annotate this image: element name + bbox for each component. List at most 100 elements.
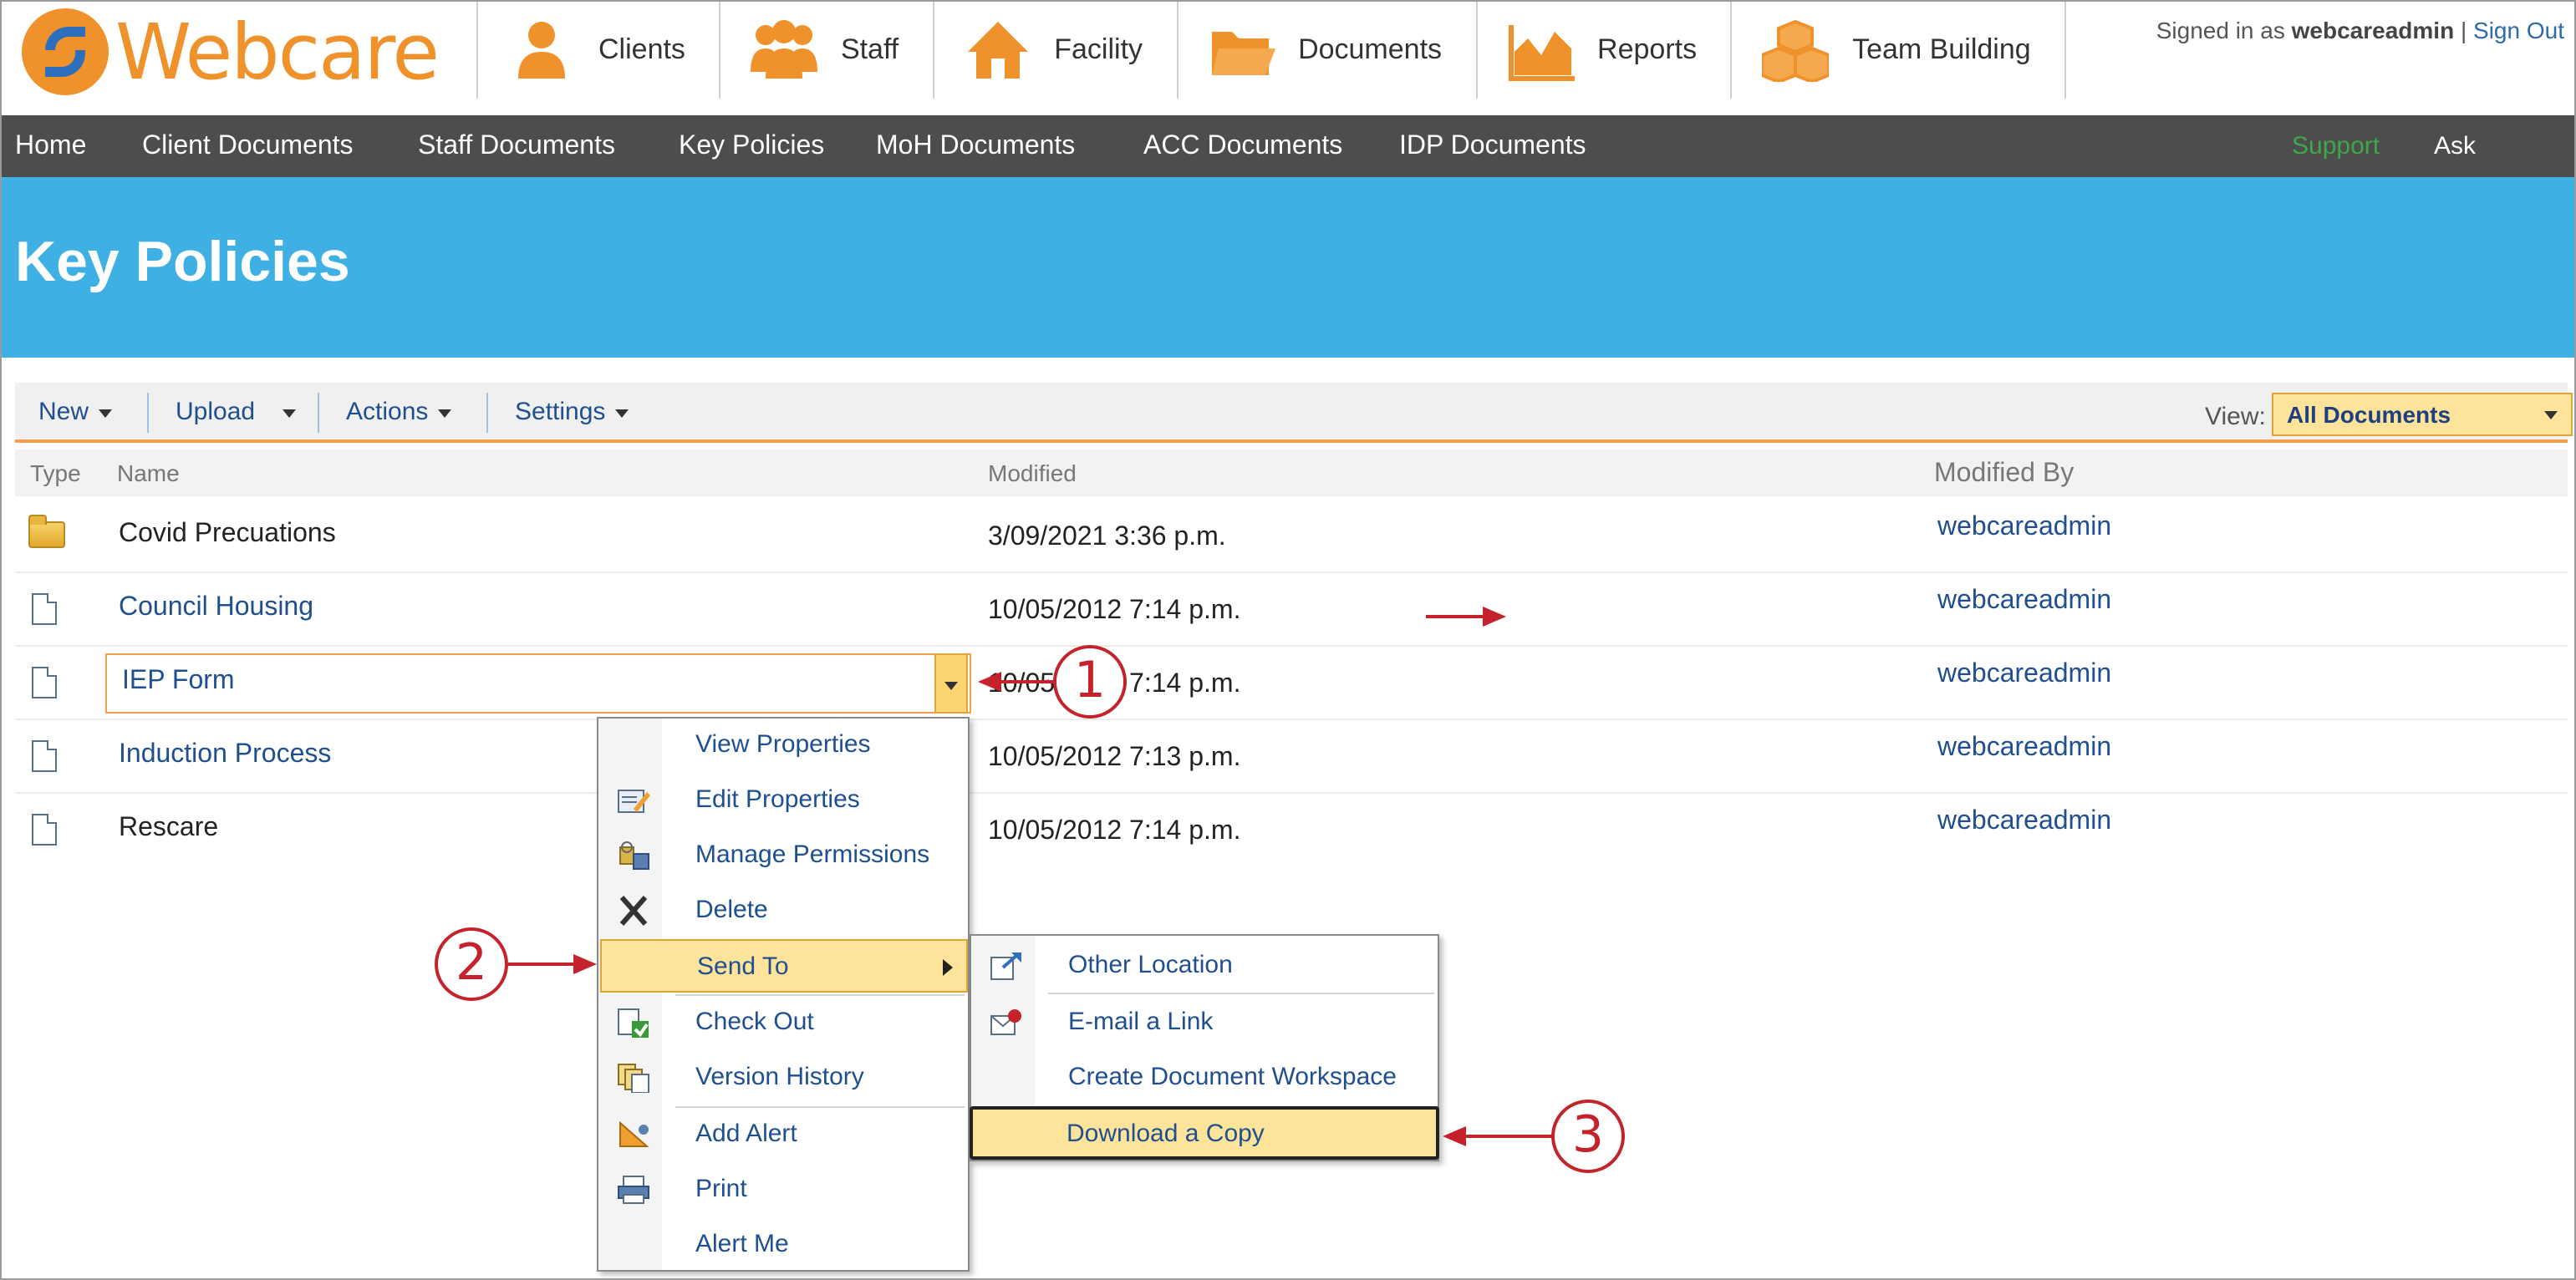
menu-item-label: Version History xyxy=(695,1063,864,1091)
table-row[interactable]: Rescare 10/05/2012 7:14 p.m. webcareadmi… xyxy=(15,794,2568,867)
row-modified: 10/05/2012 7:13 p.m. xyxy=(988,744,1241,772)
menu-separator xyxy=(1048,993,1434,994)
app-window: Webcare Clients Staff Facility Documents xyxy=(0,0,2576,1280)
callout-2: 2 xyxy=(435,927,508,1001)
menu-item-view-properties[interactable]: View Properties xyxy=(598,719,968,772)
nav-team-building[interactable]: Team Building xyxy=(1730,2,2066,99)
row-name-link[interactable]: IEP Form xyxy=(122,667,235,697)
signed-in-status: Signed in as webcareadmin | Sign Out xyxy=(2156,17,2564,43)
submenu-item-label: Other Location xyxy=(1068,951,1233,979)
menu-item-manage-permissions[interactable]: Manage Permissions xyxy=(598,829,968,882)
menu-item-send-to[interactable]: Send To xyxy=(600,939,968,993)
page-title: Key Policies xyxy=(15,231,350,294)
subnav-staff-documents[interactable]: Staff Documents xyxy=(418,115,615,177)
selected-name-box[interactable] xyxy=(105,653,971,714)
item-context-menu: View Properties Edit Properties Manage P… xyxy=(597,717,970,1272)
group-icon xyxy=(750,20,817,79)
submenu-item-email-link[interactable]: E-mail a Link xyxy=(971,996,1438,1049)
send-location-icon xyxy=(990,952,1021,980)
nav-clients[interactable]: Clients xyxy=(476,2,719,99)
arrow-shaft xyxy=(998,680,1055,683)
upload-button[interactable]: Upload xyxy=(176,398,296,426)
boxes-icon xyxy=(1762,19,1830,82)
row-modified: 3/09/2021 3:36 p.m. xyxy=(988,523,1226,551)
menu-item-add-alert[interactable]: Add Alert xyxy=(598,1108,968,1161)
permissions-icon xyxy=(619,841,649,870)
column-header-type[interactable]: Type xyxy=(30,460,81,486)
menu-item-label: Check Out xyxy=(695,1008,814,1036)
chevron-down-icon xyxy=(2544,411,2558,419)
menu-item-label: Send To xyxy=(697,952,789,981)
table-row-selected[interactable]: IEP Form 10/05/2012 7:14 p.m. webcareadm… xyxy=(15,647,2568,720)
subnav-home[interactable]: Home xyxy=(15,115,86,177)
document-icon xyxy=(32,740,57,772)
document-icon xyxy=(32,593,57,625)
document-icon xyxy=(32,814,57,846)
row-name-link[interactable]: Induction Process xyxy=(119,740,331,770)
delete-icon xyxy=(619,896,648,926)
row-name-link[interactable]: Covid Precuations xyxy=(119,520,336,550)
arrow-shaft xyxy=(1463,1135,1553,1138)
menu-item-label: Print xyxy=(695,1175,747,1203)
arrow-shaft xyxy=(508,963,582,966)
submenu-item-create-document-workspace[interactable]: Create Document Workspace xyxy=(971,1051,1438,1105)
item-menu-dropdown-button[interactable] xyxy=(934,653,968,714)
nav-reports[interactable]: Reports xyxy=(1475,2,1730,99)
webcare-logo[interactable]: Webcare xyxy=(22,7,440,97)
menu-item-edit-properties[interactable]: Edit Properties xyxy=(598,774,968,827)
actions-button[interactable]: Actions xyxy=(346,398,452,426)
submenu-item-download-a-copy[interactable]: Download a Copy xyxy=(970,1106,1439,1160)
nav-staff[interactable]: Staff xyxy=(718,2,932,99)
row-name-link[interactable]: Council Housing xyxy=(119,593,313,623)
nav-documents-label: Documents xyxy=(1298,33,1443,65)
version-history-icon xyxy=(618,1064,649,1093)
nav-facility[interactable]: Facility xyxy=(932,2,1176,99)
subnav-key-policies[interactable]: Key Policies xyxy=(679,115,824,177)
edit-properties-icon xyxy=(618,790,650,813)
table-row[interactable]: Council Housing 10/05/2012 7:14 p.m. web… xyxy=(15,573,2568,647)
subnav-moh-documents[interactable]: MoH Documents xyxy=(876,115,1075,177)
logo-mark-icon xyxy=(22,8,109,95)
table-row[interactable]: Covid Precuations 3/09/2021 3:36 p.m. we… xyxy=(15,500,2568,573)
logo-text: Webcare xyxy=(115,7,440,97)
menu-item-print[interactable]: Print xyxy=(598,1163,968,1217)
subnav-idp-documents[interactable]: IDP Documents xyxy=(1399,115,1586,177)
row-name-link[interactable]: Rescare xyxy=(119,814,218,844)
upload-label: Upload xyxy=(176,398,256,426)
column-header-modified[interactable]: Modified xyxy=(988,460,1077,486)
menu-item-check-out[interactable]: Check Out xyxy=(598,996,968,1049)
menu-item-version-history[interactable]: Version History xyxy=(598,1051,968,1105)
table-row[interactable]: Induction Process 10/05/2012 7:13 p.m. w… xyxy=(15,720,2568,794)
column-header-name[interactable]: Name xyxy=(117,460,180,486)
row-modified-by-link[interactable]: webcareadmin xyxy=(1937,734,2111,764)
nav-documents[interactable]: Documents xyxy=(1176,2,1475,99)
row-modified-by-link[interactable]: webcareadmin xyxy=(1937,587,2111,617)
new-label: New xyxy=(38,398,89,426)
submenu-item-other-location[interactable]: Other Location xyxy=(971,939,1438,993)
menu-item-alert-me[interactable]: Alert Me xyxy=(598,1218,968,1272)
new-button[interactable]: New xyxy=(38,398,113,426)
chevron-down-icon xyxy=(615,409,629,418)
chevron-down-icon xyxy=(944,682,958,690)
submenu-item-label: Create Document Workspace xyxy=(1068,1063,1397,1091)
column-header-modified-by[interactable]: Modified By xyxy=(1934,460,2074,490)
settings-button[interactable]: Settings xyxy=(515,398,629,426)
row-modified-by-link[interactable]: webcareadmin xyxy=(1937,807,2111,837)
ask-question-link[interactable]: Ask Question xyxy=(2434,115,2574,222)
actions-label: Actions xyxy=(346,398,429,426)
arrow-head-right-icon xyxy=(1483,607,1506,627)
view-select-value: All Documents xyxy=(2287,401,2451,428)
sign-out-link[interactable]: Sign Out xyxy=(2473,17,2564,43)
subnav-acc-documents[interactable]: ACC Documents xyxy=(1143,115,1342,177)
subnav-client-documents[interactable]: Client Documents xyxy=(142,115,354,177)
email-link-icon xyxy=(990,1009,1021,1035)
document-toolbar: New Upload Actions Settings xyxy=(15,383,2568,443)
menu-item-delete[interactable]: Delete xyxy=(598,884,968,937)
submenu-item-label: Download a Copy xyxy=(1067,1120,1265,1148)
callout-3: 3 xyxy=(1551,1100,1625,1173)
row-modified-by-link[interactable]: webcareadmin xyxy=(1937,513,2111,543)
row-modified-by-link[interactable]: webcareadmin xyxy=(1937,660,2111,690)
support-link[interactable]: Support xyxy=(2292,115,2380,177)
house-icon xyxy=(967,22,1028,79)
view-select[interactable]: All Documents xyxy=(2272,393,2573,436)
